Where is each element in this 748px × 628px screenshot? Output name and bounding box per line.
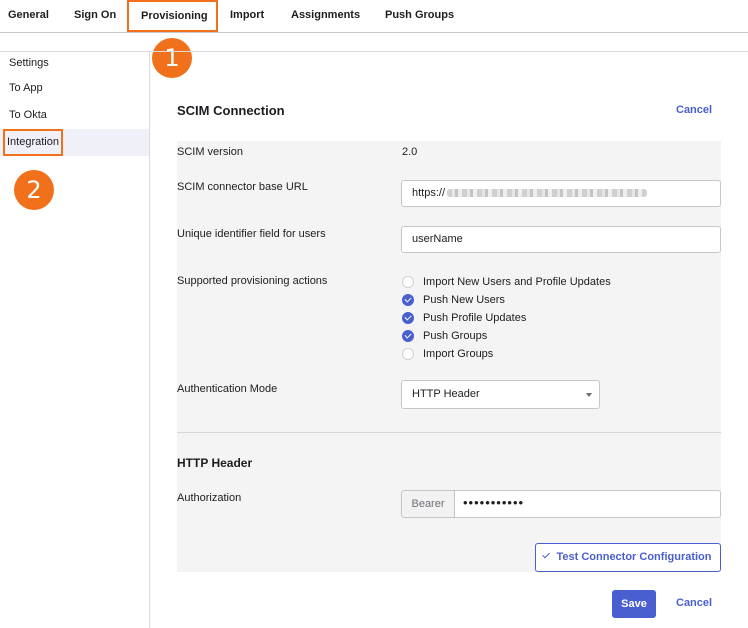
scim-version-label: SCIM version <box>177 146 244 158</box>
tab-assignments[interactable]: Assignments <box>291 0 360 32</box>
cancel-link[interactable]: Cancel <box>676 104 712 116</box>
auth-mode-value: HTTP Header <box>412 388 480 400</box>
base-url-label: SCIM connector base URL <box>177 181 308 193</box>
base-url-field[interactable]: https:// <box>401 180 721 207</box>
check-icon <box>542 550 551 559</box>
unique-id-field[interactable]: userName <box>401 226 721 253</box>
checkbox-unchecked-icon <box>402 276 414 288</box>
auth-mode-select[interactable]: HTTP Header <box>401 380 600 409</box>
sidebar-item-label: Integration <box>3 129 63 156</box>
tab-push-groups[interactable]: Push Groups <box>385 0 454 32</box>
checkbox-label: Push Profile Updates <box>423 312 527 324</box>
checkbox-label: Push Groups <box>423 330 488 342</box>
checkbox-checked-icon <box>402 330 414 342</box>
checkbox-checked-icon <box>402 312 414 324</box>
sidebar-item-to-okta[interactable]: To Okta <box>0 102 149 129</box>
base-url-value: https:// <box>412 187 446 199</box>
checkbox-label: Import New Users and Profile Updates <box>423 276 611 288</box>
caret-down-icon <box>586 393 592 397</box>
callout-step-1: 1 <box>152 38 192 78</box>
bearer-prefix: Bearer <box>401 490 455 518</box>
checkbox-label: Import Groups <box>423 348 494 360</box>
tab-import[interactable]: Import <box>230 0 264 32</box>
test-connector-label: Test Connector Configuration <box>556 551 712 563</box>
authorization-label: Authorization <box>177 492 242 504</box>
redacted-url <box>447 189 648 198</box>
tab-provisioning[interactable]: Provisioning <box>127 0 218 32</box>
sidebar-item-to-app[interactable]: To App <box>0 75 149 102</box>
tab-bar: General Sign On Provisioning Import Assi… <box>0 0 748 33</box>
tab-general[interactable]: General <box>8 0 49 32</box>
cancel-button[interactable]: Cancel <box>676 597 712 609</box>
sidebar-item-integration[interactable]: Integration <box>0 129 149 156</box>
checkbox-checked-icon <box>402 294 414 306</box>
tab-sign-on[interactable]: Sign On <box>74 0 116 32</box>
checkbox-label: Push New Users <box>423 294 505 306</box>
authorization-token-field[interactable]: ••••••••••• <box>454 490 721 518</box>
section-title-http-header: HTTP Header <box>177 456 253 470</box>
auth-mode-label: Authentication Mode <box>177 383 278 395</box>
test-connector-button[interactable]: Test Connector Configuration <box>535 543 721 572</box>
content-divider <box>150 51 748 52</box>
provisioning-actions-label: Supported provisioning actions <box>177 275 328 287</box>
section-title-scim-connection: SCIM Connection <box>177 103 285 118</box>
sidebar-title: Settings <box>9 57 49 69</box>
section-divider <box>177 432 721 433</box>
checkbox-unchecked-icon <box>402 348 414 360</box>
settings-sidebar: Settings To App To Okta Integration <box>0 51 150 628</box>
scim-version-value: 2.0 <box>402 146 418 158</box>
unique-id-label: Unique identifier field for users <box>177 228 326 240</box>
save-button[interactable]: Save <box>612 590 656 618</box>
